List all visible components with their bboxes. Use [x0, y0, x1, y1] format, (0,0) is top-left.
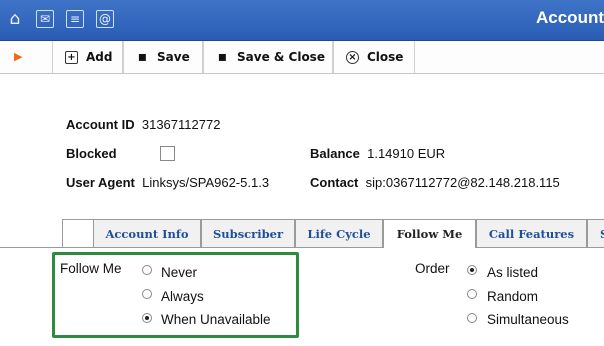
follow-me-label: Follow Me	[60, 261, 122, 276]
follow-me-always-radio[interactable]	[142, 289, 152, 299]
add-button[interactable]: + Add	[52, 41, 123, 73]
save-button[interactable]: ▪ Save	[123, 41, 203, 73]
play-marker-icon: ▶	[14, 50, 23, 63]
tab-strip-start	[62, 219, 93, 247]
list-icon[interactable]: ≡	[66, 10, 84, 28]
follow-me-never-label: Never	[161, 265, 198, 280]
floppy-close-icon: ▪	[217, 49, 228, 65]
account-id-label: Account ID	[66, 117, 135, 132]
tab-follow-me[interactable]: Follow Me	[383, 219, 476, 248]
contact-label: Contact	[310, 175, 359, 190]
blocked-label-wrap: Blocked	[66, 146, 117, 161]
order-simultaneous-radio[interactable]	[467, 313, 477, 323]
home-icon[interactable]: ⌂	[6, 10, 24, 28]
order-as-listed-radio[interactable]	[467, 265, 477, 275]
at-icon[interactable]: @	[96, 10, 114, 28]
balance-row: Balance 1.14910 EUR	[310, 146, 445, 161]
close-button[interactable]: × Close	[333, 41, 415, 73]
top-bar: ⌂ ✉ ≡ @ Account	[0, 0, 604, 41]
page-title: Account	[536, 8, 604, 27]
tab-call-features[interactable]: Call Features	[476, 219, 587, 247]
order-simultaneous-label: Simultaneous	[487, 312, 569, 327]
floppy-icon: ▪	[137, 49, 148, 65]
mail-icon[interactable]: ✉	[36, 10, 54, 28]
tab-subscriber[interactable]: Subscriber	[201, 219, 295, 247]
tab-life-cycle[interactable]: Life Cycle	[295, 219, 383, 247]
account-id-row: Account ID 31367112772	[66, 117, 220, 132]
order-random-label: Random	[487, 289, 539, 304]
balance-label: Balance	[310, 146, 360, 161]
follow-me-always-label: Always	[161, 289, 204, 304]
user-agent-value: Linksys/SPA962-5.1.3	[142, 175, 270, 190]
follow-me-never-radio[interactable]	[142, 265, 152, 275]
tab-baseline	[0, 247, 604, 248]
order-as-listed-label: As listed	[487, 265, 539, 280]
contact-row: Contact sip:0367112772@82.148.218.115	[310, 175, 560, 190]
tab-more[interactable]: S	[587, 219, 604, 247]
tab-account-info[interactable]: Account Info	[93, 219, 201, 247]
toolbar: ▶ + Add ▪ Save ▪ Save & Close × Close	[0, 41, 604, 74]
follow-me-when-unavailable-radio[interactable]	[142, 313, 152, 323]
plus-icon: +	[65, 51, 78, 64]
blocked-label: Blocked	[66, 146, 117, 161]
blocked-checkbox[interactable]	[160, 146, 175, 161]
contact-value: sip:0367112772@82.148.218.115	[365, 175, 560, 190]
user-agent-label: User Agent	[66, 175, 135, 190]
user-agent-row: User Agent Linksys/SPA962-5.1.3	[66, 175, 269, 190]
follow-me-when-unavailable-label: When Unavailable	[161, 312, 271, 327]
save-close-button[interactable]: ▪ Save & Close	[203, 41, 333, 73]
order-random-radio[interactable]	[467, 289, 477, 299]
account-id-value: 31367112772	[141, 117, 221, 132]
order-label: Order	[415, 261, 450, 276]
balance-value: 1.14910 EUR	[367, 146, 446, 161]
close-icon: ×	[346, 51, 359, 64]
